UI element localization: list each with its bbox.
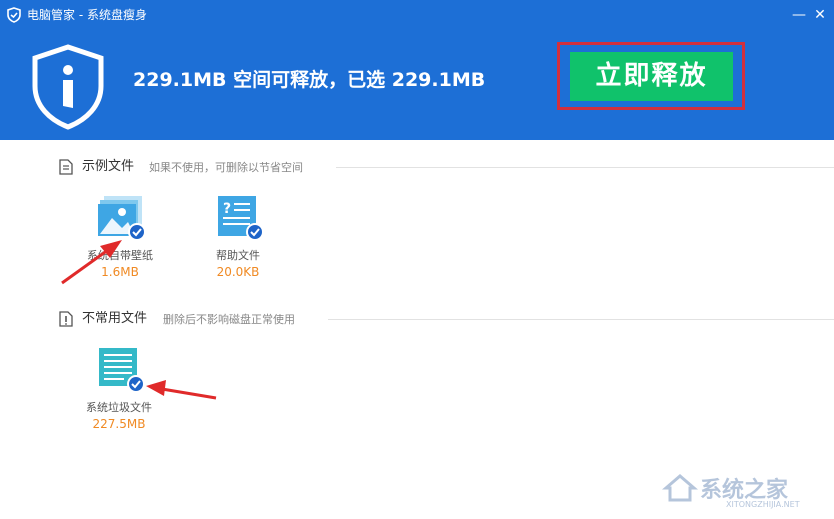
watermark-url: XITONGZHIJIA.NET — [726, 500, 800, 509]
file-item-help-files[interactable]: ? 帮助文件 20.0KB — [183, 194, 293, 284]
wallpaper-icon — [98, 196, 146, 241]
section-divider — [336, 167, 834, 168]
svg-text:?: ? — [223, 201, 231, 217]
file-item-system-wallpaper[interactable]: 系统自带壁纸 1.6MB — [65, 194, 175, 284]
watermark: 系统之家 XITONGZHIJIA.NET — [662, 466, 830, 514]
file-size: 1.6MB — [101, 265, 139, 279]
section-desc-sample-files: 如果不使用，可删除以节省空间 — [149, 161, 303, 174]
section-divider — [328, 319, 834, 320]
title-bar: 电脑管家 - 系统盘瘦身 — ✕ — [0, 0, 834, 30]
section-desc-uncommon-files: 删除后不影响磁盘正常使用 — [163, 313, 295, 326]
help-file-icon: ? — [218, 196, 264, 241]
close-button[interactable]: ✕ — [811, 6, 829, 24]
file-name: 帮助文件 — [216, 249, 260, 262]
junk-file-icon — [99, 348, 145, 393]
house-logo-icon — [662, 474, 698, 502]
window-title: 电脑管家 - 系统盘瘦身 — [27, 8, 147, 22]
release-summary: 229.1MB 空间可释放，已选 229.1MB — [133, 69, 486, 91]
tencent-shield-logo-icon — [7, 7, 21, 23]
document-icon — [59, 159, 73, 175]
release-now-button[interactable]: 立即释放 — [570, 52, 733, 101]
shield-info-icon — [32, 44, 104, 130]
file-name: 系统垃圾文件 — [86, 401, 152, 414]
minimize-button[interactable]: — — [790, 6, 808, 24]
section-title-uncommon-files: 不常用文件 — [82, 311, 148, 326]
file-item-system-junk[interactable]: 系统垃圾文件 227.5MB — [64, 346, 174, 436]
info-document-icon — [59, 311, 73, 327]
file-size: 227.5MB — [92, 417, 146, 431]
file-name: 系统自带壁纸 — [87, 249, 153, 262]
file-size: 20.0KB — [216, 265, 260, 279]
section-title-sample-files: 示例文件 — [82, 159, 135, 174]
